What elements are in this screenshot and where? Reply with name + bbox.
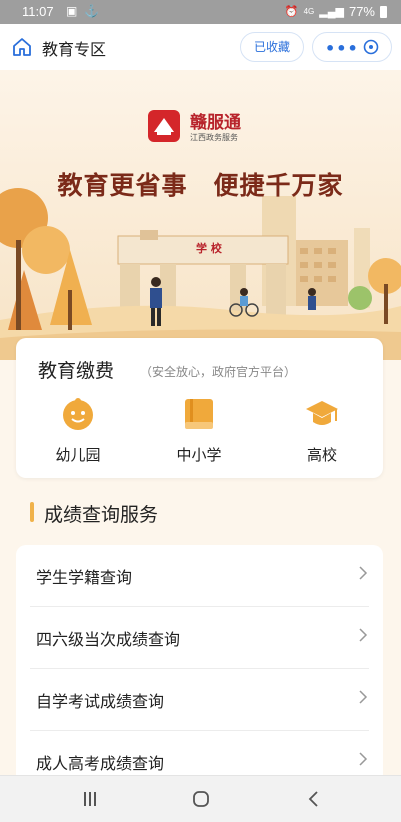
close-icon[interactable]	[363, 39, 379, 55]
network-label: 4G	[303, 7, 315, 16]
back-icon[interactable]	[304, 789, 324, 809]
payment-item-label: 高校	[306, 446, 337, 464]
more-icon[interactable]: •••	[325, 39, 359, 58]
payment-item-label: 中小学	[176, 446, 222, 464]
signal-icon: ▂▄▆	[319, 6, 344, 18]
section-title: 成绩查询服务	[44, 504, 159, 526]
favorite-button[interactable]: 已收藏	[240, 32, 304, 62]
section-accent-bar	[30, 502, 34, 522]
payment-subtitle: （安全放心，政府官方平台）	[140, 365, 297, 379]
battery-label: 77%	[348, 4, 375, 19]
list-item-cet[interactable]: 四六级当次成绩查询	[16, 607, 383, 669]
baby-face-icon	[63, 398, 93, 430]
recent-apps-icon[interactable]	[80, 789, 100, 809]
list-item-label: 四六级当次成绩查询	[36, 630, 181, 649]
mini-app-capsule: •••	[312, 32, 392, 62]
notification-icon: ▣	[66, 4, 78, 18]
home-icon[interactable]	[12, 37, 32, 57]
payment-title: 教育缴费	[38, 360, 115, 382]
banner: 赣服通 江西政务服务 教育更省事 便捷千万家 学 校	[0, 70, 401, 360]
chevron-right-icon	[359, 690, 368, 704]
list-item-label: 自学考试成绩查询	[36, 692, 165, 711]
payment-primary-secondary[interactable]: 中小学	[159, 396, 239, 465]
app-logo-subtitle: 江西政务服务	[190, 133, 238, 142]
status-bar: 11:07 ▣ ⚓ ⏰ 4G ▂▄▆ 77%	[0, 0, 401, 24]
payment-item-label: 幼儿园	[55, 446, 101, 464]
school-sign: 学 校	[196, 242, 222, 255]
banner-slogan: 教育更省事 便捷千万家	[57, 171, 344, 200]
list-item-label: 成人高考成绩查询	[36, 754, 165, 773]
chevron-right-icon	[359, 752, 368, 766]
home-nav-icon[interactable]	[191, 789, 211, 809]
chevron-right-icon	[359, 566, 368, 580]
alarm-icon: ⏰	[284, 6, 299, 18]
list-item-label: 学生学籍查询	[36, 568, 133, 587]
app-header: 教育专区 已收藏 •••	[0, 24, 401, 70]
status-time: 11:07	[22, 4, 54, 19]
system-nav-bar	[0, 775, 401, 822]
list-item-adult-exam[interactable]: 成人高考成绩查询	[16, 731, 383, 775]
book-icon	[185, 399, 213, 429]
chevron-right-icon	[359, 628, 368, 642]
payment-kindergarten[interactable]: 幼儿园	[38, 396, 118, 465]
list-item-self-study-exam[interactable]: 自学考试成绩查询	[16, 669, 383, 731]
payment-card: 教育缴费 （安全放心，政府官方平台） 幼儿园 中小学 高校	[16, 338, 383, 478]
usb-icon: ⚓	[84, 4, 99, 18]
graduation-cap-icon	[306, 401, 338, 425]
battery-icon	[380, 5, 387, 18]
page-title: 教育专区	[42, 40, 107, 59]
payment-university[interactable]: 高校	[282, 396, 362, 465]
score-query-list: 学生学籍查询 四六级当次成绩查询 自学考试成绩查询 成人高考成绩查询	[16, 545, 383, 775]
app-logo-name: 赣服通	[190, 113, 241, 133]
list-item-student-status[interactable]: 学生学籍查询	[16, 545, 383, 607]
app-logo-icon	[148, 110, 180, 142]
